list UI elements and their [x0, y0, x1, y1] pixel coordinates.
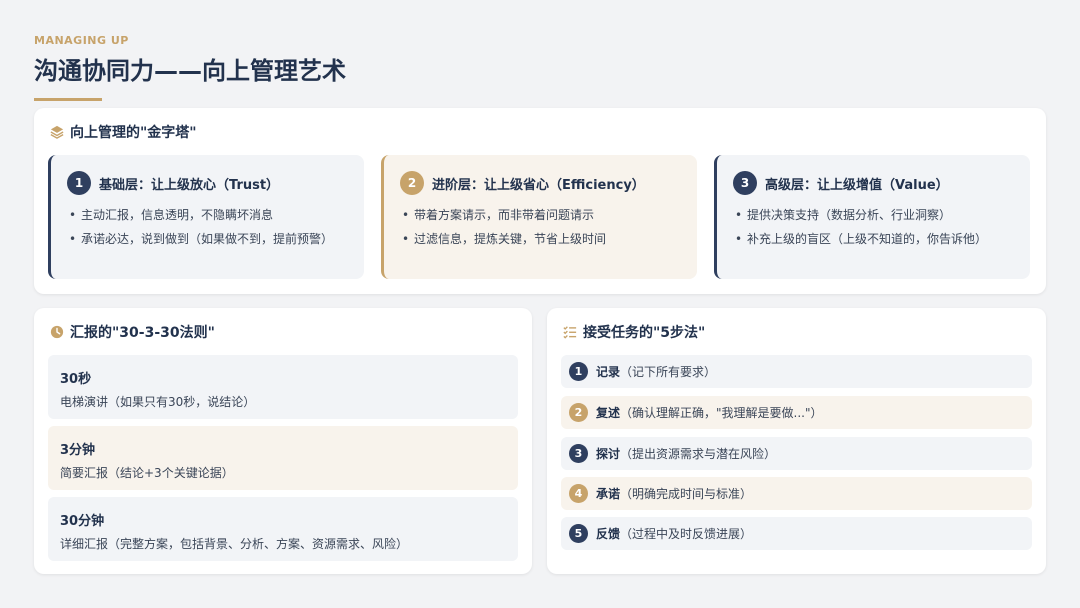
bullet-item: 承诺必达，说到做到（如果做不到，提前预警）: [67, 227, 350, 251]
step-key: 承诺: [596, 487, 621, 501]
bullet-item: 提供决策支持（数据分析、行业洞察）: [733, 203, 1016, 227]
level-number-badge: 2: [400, 171, 424, 195]
rule-time: 30分钟: [60, 514, 105, 529]
page-title: 沟通协同力——向上管理艺术: [34, 57, 346, 85]
steps-card-title: 接受任务的"5步法": [563, 322, 705, 342]
level-number-badge: 3: [733, 171, 757, 195]
step-key: 复述: [596, 406, 621, 420]
step-number-badge: 4: [569, 484, 588, 503]
rule-item: 3分钟 简要汇报（结论+3个关键论据）: [48, 426, 518, 490]
step-item: 2 复述（确认理解正确，"我理解是要做..."）: [561, 396, 1032, 429]
rule-item: 30分钟 详细汇报（完整方案，包括背景、分析、方案、资源需求、风险）: [48, 497, 518, 561]
level-number-badge: 1: [67, 171, 91, 195]
bullet-item: 带着方案请示，而非带着问题请示: [400, 203, 683, 227]
step-key: 探讨: [596, 447, 621, 461]
step-item: 4 承诺（明确完成时间与标准）: [561, 477, 1032, 510]
pyramid-card-title: 向上管理的"金字塔": [50, 122, 197, 142]
checklist-icon: [563, 326, 577, 339]
task-steps-card: 接受任务的"5步法" 1 记录（记下所有要求） 2 复述（确认理解正确，"我理解…: [547, 308, 1046, 574]
step-number-badge: 1: [569, 362, 588, 381]
step-desc: （记下所有要求）: [620, 365, 717, 379]
step-key: 记录: [596, 365, 621, 379]
step-key: 反馈: [596, 527, 621, 541]
rule-desc: 详细汇报（完整方案，包括背景、分析、方案、资源需求、风险）: [60, 537, 409, 551]
step-item: 5 反馈（过程中及时反馈进展）: [561, 517, 1032, 550]
step-desc: （明确完成时间与标准）: [620, 487, 753, 501]
level-bullets: 带着方案请示，而非带着问题请示 过滤信息，提炼关键，节省上级时间: [400, 203, 683, 251]
step-desc: （确认理解正确，"我理解是要做..."）: [620, 406, 823, 420]
pyramid-level-senior: 3 高级层：让上级增值（Value） 提供决策支持（数据分析、行业洞察） 补充上…: [714, 155, 1030, 279]
level-bullets: 提供决策支持（数据分析、行业洞察） 补充上级的盲区（上级不知道的，你告诉他）: [733, 203, 1016, 251]
step-desc: （提出资源需求与潜在风险）: [620, 447, 777, 461]
report-title-text: 汇报的"30-3-30法则": [70, 325, 215, 341]
step-number-badge: 2: [569, 403, 588, 422]
steps-title-text: 接受任务的"5步法": [583, 325, 706, 341]
level-title: 基础层：让上级放心（Trust）: [99, 177, 280, 193]
report-card-title: 汇报的"30-3-30法则": [50, 322, 215, 342]
level-bullets: 主动汇报，信息透明，不隐瞒坏消息 承诺必达，说到做到（如果做不到，提前预警）: [67, 203, 350, 251]
step-number-badge: 3: [569, 444, 588, 463]
title-underline: [34, 98, 102, 101]
level-title: 高级层：让上级增值（Value）: [765, 177, 949, 193]
rule-desc: 简要汇报（结论+3个关键论据）: [60, 466, 234, 480]
step-item: 1 记录（记下所有要求）: [561, 355, 1032, 388]
page-header: MANAGING UP 沟通协同力——向上管理艺术: [34, 34, 346, 101]
step-desc: （过程中及时反馈进展）: [620, 527, 753, 541]
rule-time: 30秒: [60, 372, 92, 387]
rule-time: 3分钟: [60, 443, 96, 458]
clock-icon: [50, 325, 64, 339]
level-title: 进阶层：让上级省心（Efficiency）: [432, 177, 645, 193]
section-kicker: MANAGING UP: [34, 34, 129, 47]
pyramid-level-advanced: 2 进阶层：让上级省心（Efficiency） 带着方案请示，而非带着问题请示 …: [381, 155, 697, 279]
pyramid-card: 向上管理的"金字塔" 1 基础层：让上级放心（Trust） 主动汇报，信息透明，…: [34, 108, 1046, 294]
pyramid-level-base: 1 基础层：让上级放心（Trust） 主动汇报，信息透明，不隐瞒坏消息 承诺必达…: [48, 155, 364, 279]
step-item: 3 探讨（提出资源需求与潜在风险）: [561, 437, 1032, 470]
step-number-badge: 5: [569, 524, 588, 543]
bullet-item: 主动汇报，信息透明，不隐瞒坏消息: [67, 203, 350, 227]
report-rule-card: 汇报的"30-3-30法则" 30秒 电梯演讲（如果只有30秒，说结论） 3分钟…: [34, 308, 532, 574]
rule-item: 30秒 电梯演讲（如果只有30秒，说结论）: [48, 355, 518, 419]
pyramid-title-text: 向上管理的"金字塔": [70, 125, 197, 141]
bullet-item: 补充上级的盲区（上级不知道的，你告诉他）: [733, 227, 1016, 251]
layers-icon: [50, 125, 64, 139]
rule-desc: 电梯演讲（如果只有30秒，说结论）: [60, 395, 256, 409]
bullet-item: 过滤信息，提炼关键，节省上级时间: [400, 227, 683, 251]
